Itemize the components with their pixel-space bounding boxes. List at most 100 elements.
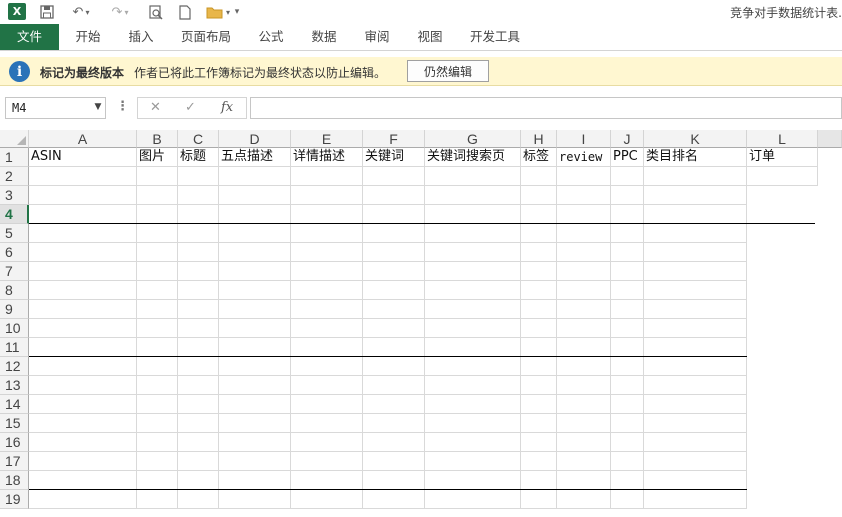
cell-f5[interactable]	[363, 224, 425, 243]
cell-c9[interactable]	[178, 300, 219, 319]
column-header-k[interactable]: K	[644, 130, 747, 148]
cell-g10[interactable]	[425, 319, 521, 338]
cell-e12[interactable]	[291, 357, 363, 376]
row-header-12[interactable]: 12	[0, 357, 29, 376]
cell-j19[interactable]	[611, 490, 644, 509]
cell-c12[interactable]	[178, 357, 219, 376]
row-header-17[interactable]: 17	[0, 452, 29, 471]
cell-a14[interactable]	[29, 395, 137, 414]
row-header-7[interactable]: 7	[0, 262, 29, 281]
cell-c19[interactable]	[178, 490, 219, 509]
row-header-4[interactable]: 4	[0, 205, 29, 224]
print-preview-icon[interactable]	[146, 3, 166, 21]
redo-icon[interactable]: ↷ ▾	[105, 3, 135, 21]
cell-d5[interactable]	[219, 224, 291, 243]
cell-e6[interactable]	[291, 243, 363, 262]
cell-d2[interactable]	[219, 167, 291, 186]
cell-i13[interactable]	[557, 376, 611, 395]
row-header-8[interactable]: 8	[0, 281, 29, 300]
cell-b2[interactable]	[137, 167, 178, 186]
cell-c1[interactable]: 标题	[178, 148, 219, 167]
cell-f13[interactable]	[363, 376, 425, 395]
column-header-d[interactable]: D	[219, 130, 291, 148]
cell-k17[interactable]	[644, 452, 747, 471]
cell-g13[interactable]	[425, 376, 521, 395]
cell-k3[interactable]	[644, 186, 747, 205]
cell-h7[interactable]	[521, 262, 557, 281]
column-header-j[interactable]: J	[611, 130, 644, 148]
cell-d11[interactable]	[219, 338, 291, 357]
cell-d17[interactable]	[219, 452, 291, 471]
cell-l2[interactable]	[747, 167, 818, 186]
cell-d9[interactable]	[219, 300, 291, 319]
save-icon[interactable]	[37, 3, 57, 21]
cell-i7[interactable]	[557, 262, 611, 281]
cell-g16[interactable]	[425, 433, 521, 452]
cell-e18[interactable]	[291, 471, 363, 490]
cell-b15[interactable]	[137, 414, 178, 433]
tab-review[interactable]: 审阅	[355, 24, 399, 50]
cell-a19[interactable]	[29, 490, 137, 509]
cell-j9[interactable]	[611, 300, 644, 319]
cell-i1[interactable]: review	[557, 148, 611, 167]
spreadsheet-grid[interactable]: A B C D E F G H I J K L 1 ASIN 图片 标题 五点描述 详情描述 关键词 关键词搜索页 标签…	[0, 130, 842, 517]
cell-j7[interactable]	[611, 262, 644, 281]
cell-f18[interactable]	[363, 471, 425, 490]
cell-j2[interactable]	[611, 167, 644, 186]
customize-toolbar-icon[interactable]: ▾	[231, 3, 243, 21]
row-header-14[interactable]: 14	[0, 395, 29, 414]
row-header-1[interactable]: 1	[0, 148, 29, 167]
cell-i3[interactable]	[557, 186, 611, 205]
row-header-18[interactable]: 18	[0, 471, 29, 490]
row-header-6[interactable]: 6	[0, 243, 29, 262]
cell-f3[interactable]	[363, 186, 425, 205]
cell-a16[interactable]	[29, 433, 137, 452]
row-header-5[interactable]: 5	[0, 224, 29, 243]
cell-j13[interactable]	[611, 376, 644, 395]
cell-f4[interactable]	[363, 205, 425, 224]
cell-j8[interactable]	[611, 281, 644, 300]
cell-b17[interactable]	[137, 452, 178, 471]
cell-g3[interactable]	[425, 186, 521, 205]
cell-d16[interactable]	[219, 433, 291, 452]
cell-g8[interactable]	[425, 281, 521, 300]
cell-g11[interactable]	[425, 338, 521, 357]
cell-a4[interactable]	[29, 205, 137, 224]
cell-g7[interactable]	[425, 262, 521, 281]
column-header-g[interactable]: G	[425, 130, 521, 148]
cell-i9[interactable]	[557, 300, 611, 319]
cell-k13[interactable]	[644, 376, 747, 395]
cell-h16[interactable]	[521, 433, 557, 452]
cell-d8[interactable]	[219, 281, 291, 300]
cell-k16[interactable]	[644, 433, 747, 452]
cell-j5[interactable]	[611, 224, 644, 243]
cell-c14[interactable]	[178, 395, 219, 414]
cell-k9[interactable]	[644, 300, 747, 319]
cell-j11[interactable]	[611, 338, 644, 357]
cell-d13[interactable]	[219, 376, 291, 395]
cell-h4[interactable]	[521, 205, 557, 224]
cell-j3[interactable]	[611, 186, 644, 205]
cell-f14[interactable]	[363, 395, 425, 414]
tab-view[interactable]: 视图	[408, 24, 452, 50]
cell-a15[interactable]	[29, 414, 137, 433]
cell-h5[interactable]	[521, 224, 557, 243]
cell-f19[interactable]	[363, 490, 425, 509]
cell-c16[interactable]	[178, 433, 219, 452]
cell-h10[interactable]	[521, 319, 557, 338]
cell-d12[interactable]	[219, 357, 291, 376]
cell-k11[interactable]	[644, 338, 747, 357]
cell-k14[interactable]	[644, 395, 747, 414]
cell-g4[interactable]	[425, 205, 521, 224]
cell-b11[interactable]	[137, 338, 178, 357]
cell-b13[interactable]	[137, 376, 178, 395]
cell-g12[interactable]	[425, 357, 521, 376]
cell-g1[interactable]: 关键词搜索页	[425, 148, 521, 167]
cell-a18[interactable]	[29, 471, 137, 490]
cell-i17[interactable]	[557, 452, 611, 471]
tab-file[interactable]: 文件	[0, 24, 59, 50]
cell-a6[interactable]	[29, 243, 137, 262]
cell-h8[interactable]	[521, 281, 557, 300]
cell-c11[interactable]	[178, 338, 219, 357]
cell-f6[interactable]	[363, 243, 425, 262]
